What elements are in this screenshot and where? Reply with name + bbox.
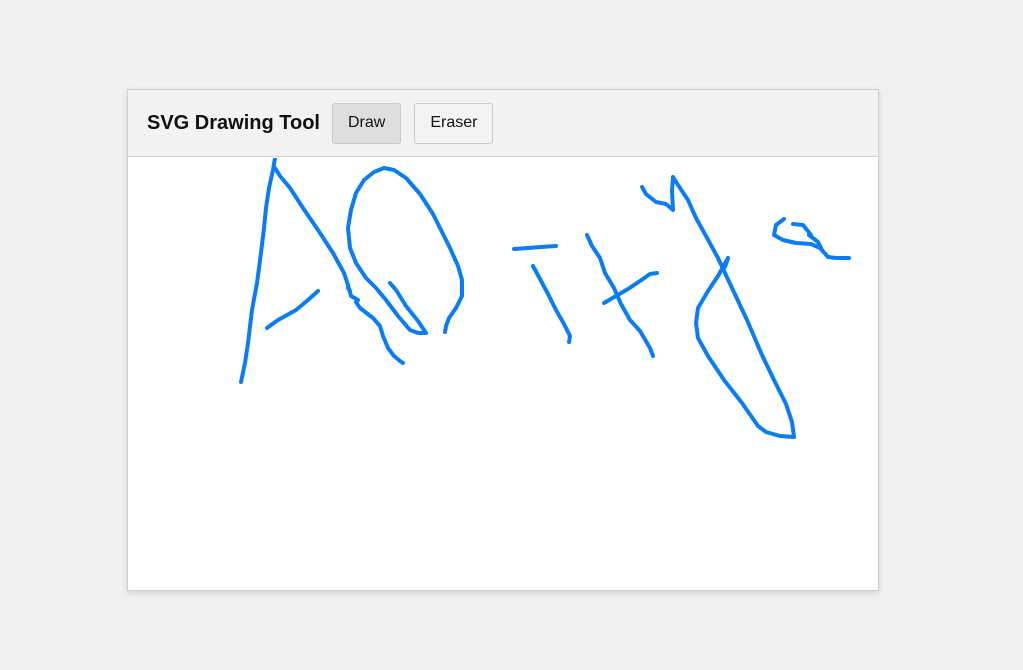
eraser-button[interactable]: Eraser [414, 102, 494, 144]
stroke-loop-top [640, 175, 796, 439]
stroke-a-right [273, 166, 360, 302]
stroke-t-stem [531, 264, 572, 344]
stroke-loop-body [723, 256, 730, 269]
stroke-t-bar [512, 244, 558, 251]
stroke-o-tail [346, 166, 464, 335]
stroke-small-squiggle [772, 217, 851, 260]
draw-button[interactable]: Draw [331, 102, 402, 144]
drawing-surface[interactable] [128, 158, 878, 590]
drawing-canvas[interactable] [128, 158, 878, 590]
stroke-a-left [239, 158, 277, 384]
stroke-a-crossbar [265, 289, 320, 330]
drawing-app-window: SVG Drawing Tool Draw Eraser [127, 89, 879, 591]
app-title: SVG Drawing Tool [147, 111, 320, 134]
toolbar: SVG Drawing Tool Draw Eraser [128, 90, 878, 157]
stroke-o-end [346, 286, 352, 293]
